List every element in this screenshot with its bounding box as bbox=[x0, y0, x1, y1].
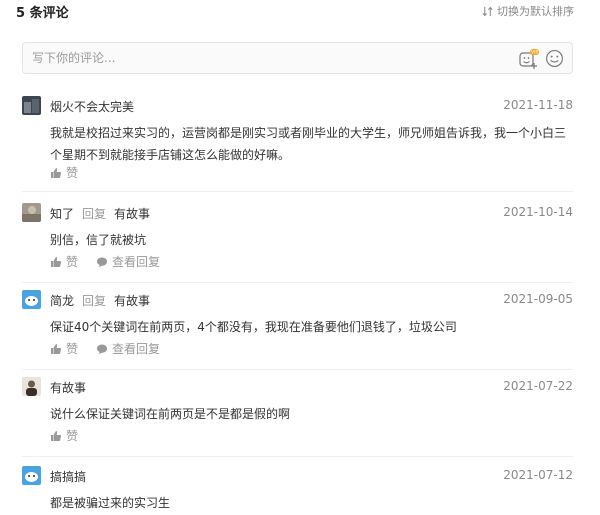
comment-item: 有故事 2021-07-22 说什么保证关键词在前两页是不是都是假的啊 赞 bbox=[22, 377, 573, 457]
like-label: 赞 bbox=[66, 255, 79, 269]
divider bbox=[22, 282, 573, 283]
comment-input[interactable] bbox=[32, 49, 472, 67]
comment-input-box[interactable]: VIP bbox=[22, 42, 573, 74]
comment-date: 2021-11-18 bbox=[503, 98, 573, 112]
like-button[interactable]: 赞 bbox=[50, 427, 78, 444]
comment-text: 说什么保证关键词在前两页是不是都是假的啊 bbox=[50, 407, 291, 421]
thumbs-up-icon bbox=[51, 167, 62, 178]
view-replies-label: 查看回复 bbox=[112, 342, 161, 356]
emoji-icon[interactable] bbox=[545, 49, 564, 68]
comment-text: 保证40个关键词在前两页，4个都没有，我现在准备要他们退钱了，垃圾公司 bbox=[50, 320, 457, 334]
comment-text: 我就是校招过来实习的，运营岗都是刚实习或者刚毕业的大学生，师兄师姐告诉我，我一个… bbox=[50, 126, 567, 162]
comment-text: 别信，信了就被坑 bbox=[50, 233, 147, 247]
comment-date: 2021-10-14 bbox=[503, 205, 573, 219]
comment-item: 烟火不会太完美 2021-11-18 我就是校招过来实习的，运营岗都是刚实习或者… bbox=[22, 96, 573, 192]
avatar[interactable] bbox=[22, 466, 41, 485]
comment-text: 都是被骗过来的实习生 bbox=[50, 496, 171, 510]
sort-icon bbox=[482, 6, 493, 16]
view-replies-button[interactable]: 查看回复 bbox=[96, 340, 160, 357]
like-button[interactable]: 赞 bbox=[50, 340, 78, 357]
avatar[interactable] bbox=[22, 203, 41, 222]
comment-actions: 赞 bbox=[50, 164, 78, 181]
divider bbox=[22, 191, 573, 192]
thumbs-up-icon bbox=[51, 430, 62, 441]
view-replies-label: 查看回复 bbox=[112, 255, 161, 269]
comment-actions: 赞 bbox=[50, 427, 78, 444]
reply-target[interactable]: 有故事 bbox=[114, 292, 150, 309]
reply-tag: 回复 bbox=[82, 207, 107, 221]
comment-bubble-icon bbox=[97, 257, 108, 267]
sort-toggle[interactable]: 切换为默认排序 bbox=[482, 3, 574, 19]
like-button[interactable]: 赞 bbox=[50, 253, 78, 270]
avatar[interactable] bbox=[22, 290, 41, 309]
comment-author[interactable]: 知了 bbox=[50, 205, 74, 222]
view-replies-button[interactable]: 查看回复 bbox=[96, 253, 160, 270]
comment-actions: 赞 查看回复 bbox=[50, 340, 160, 357]
comment-date: 2021-07-22 bbox=[503, 379, 573, 393]
avatar[interactable] bbox=[22, 377, 41, 396]
like-label: 赞 bbox=[66, 429, 79, 443]
comment-author[interactable]: 搞搞搞 bbox=[50, 468, 86, 485]
vip-sticker-icon[interactable]: VIP bbox=[518, 48, 540, 70]
comment-bubble-icon bbox=[97, 344, 108, 354]
comment-count: 5 条评论 bbox=[16, 6, 69, 21]
comment-item: 知了 回复 有故事 2021-10-14 别信，信了就被坑 赞 查看回复 bbox=[22, 203, 573, 283]
thumbs-up-icon bbox=[51, 343, 62, 354]
comment-actions: 赞 查看回复 bbox=[50, 253, 160, 270]
thumbs-up-icon bbox=[51, 256, 62, 267]
svg-text:VIP: VIP bbox=[531, 50, 538, 56]
divider bbox=[22, 456, 573, 457]
like-label: 赞 bbox=[66, 166, 79, 180]
comment-author[interactable]: 烟火不会太完美 bbox=[50, 98, 134, 115]
avatar[interactable] bbox=[22, 96, 41, 115]
comment-author[interactable]: 简龙 bbox=[50, 292, 74, 309]
like-button[interactable]: 赞 bbox=[50, 164, 78, 181]
comment-date: 2021-07-12 bbox=[503, 468, 573, 482]
reply-target[interactable]: 有故事 bbox=[114, 205, 150, 222]
comment-date: 2021-09-05 bbox=[503, 292, 573, 306]
reply-tag: 回复 bbox=[82, 294, 107, 308]
comment-author[interactable]: 有故事 bbox=[50, 379, 86, 396]
sort-label: 切换为默认排序 bbox=[497, 5, 574, 18]
divider bbox=[22, 369, 573, 370]
like-label: 赞 bbox=[66, 342, 79, 356]
comment-item: 搞搞搞 2021-07-12 都是被骗过来的实习生 bbox=[22, 466, 573, 515]
comment-item: 简龙 回复 有故事 2021-09-05 保证40个关键词在前两页，4个都没有，… bbox=[22, 290, 573, 370]
comments-header: 5 条评论 切换为默认排序 bbox=[0, 0, 600, 26]
